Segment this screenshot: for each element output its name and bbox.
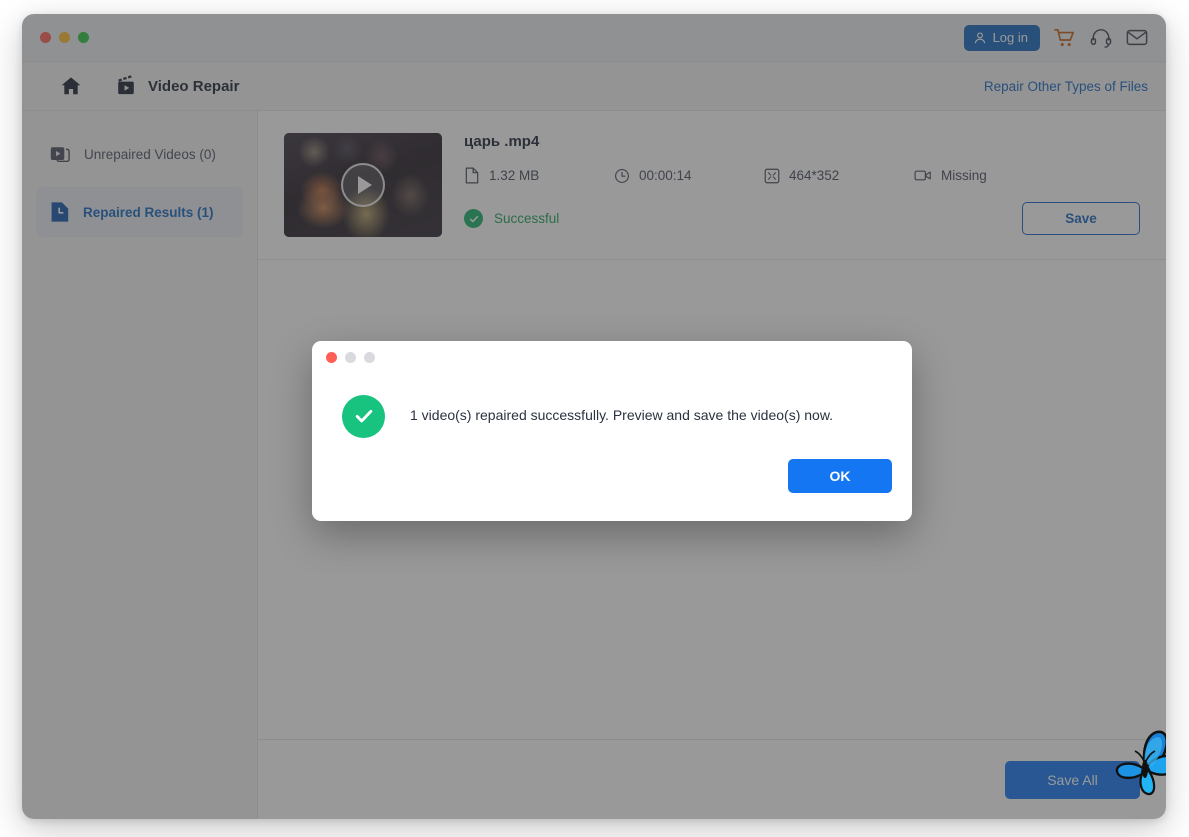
ok-button[interactable]: OK: [788, 459, 892, 493]
app-window: Log in: [22, 14, 1166, 819]
dialog-actions: OK: [312, 459, 912, 493]
dialog-body: 1 video(s) repaired successfully. Previe…: [312, 373, 912, 459]
dialog-titlebar: [312, 341, 912, 373]
dialog-maximize-button[interactable]: [364, 351, 375, 363]
success-check-icon: [342, 394, 385, 438]
dialog-close-button[interactable]: [326, 351, 337, 363]
success-dialog: 1 video(s) repaired successfully. Previe…: [312, 341, 912, 521]
dialog-minimize-button[interactable]: [345, 351, 356, 363]
dialog-message: 1 video(s) repaired successfully. Previe…: [410, 407, 834, 424]
